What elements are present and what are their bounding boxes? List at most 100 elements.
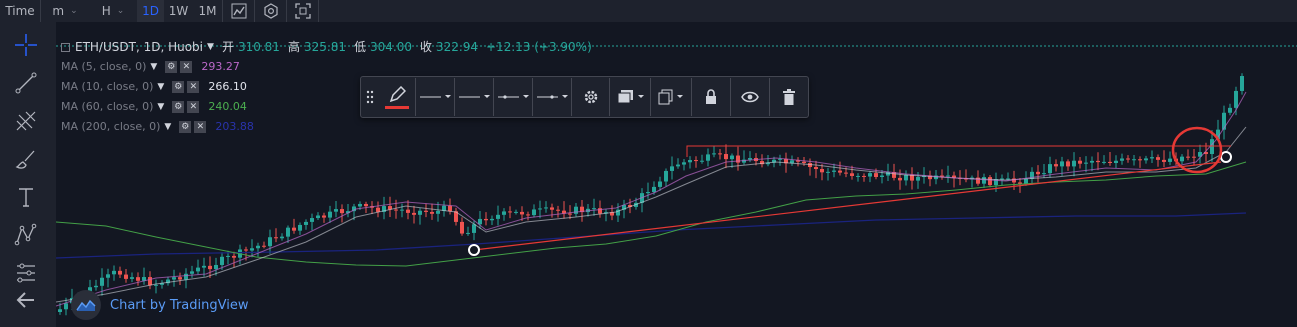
- delete-button[interactable]: [770, 78, 808, 116]
- pattern-icon: [14, 223, 37, 246]
- line-width-dropdown[interactable]: [455, 78, 493, 116]
- settings-button[interactable]: [572, 78, 610, 116]
- solid-line-icon: [419, 95, 451, 98]
- candle-body: [1066, 161, 1070, 167]
- study-row-ma200[interactable]: MA (200, close, 0) ▼ ⚙ ✕ 203.88: [61, 117, 592, 137]
- visibility-button[interactable]: [731, 78, 769, 116]
- change-value: +12.13 (+3.90%): [486, 40, 592, 54]
- study-dropdown-icon[interactable]: ▼: [157, 77, 164, 97]
- candle-body: [1162, 159, 1166, 162]
- candle-body: [244, 249, 248, 251]
- study-dropdown-icon[interactable]: ▼: [164, 117, 171, 137]
- low-label: 低: [353, 40, 366, 54]
- candle-body: [1234, 90, 1238, 108]
- candle-body: [850, 173, 854, 176]
- trend-line-drawing[interactable]: [473, 161, 1222, 251]
- candle-body: [64, 303, 68, 310]
- line-style-dropdown[interactable]: [494, 78, 532, 116]
- pitchfork-tool[interactable]: [10, 106, 42, 136]
- candle-body: [832, 170, 836, 172]
- candle-body: [1168, 158, 1172, 162]
- text-tool[interactable]: [10, 182, 42, 212]
- settings-icon[interactable]: ⚙: [165, 61, 178, 73]
- candle-body: [364, 203, 368, 207]
- lock-icon: [706, 89, 717, 104]
- symbol-dropdown-icon[interactable]: ▼: [207, 37, 214, 57]
- open-value: 310.81: [237, 40, 280, 54]
- candle-body: [328, 211, 332, 218]
- template-icon: [617, 90, 645, 104]
- interval-1m-button[interactable]: 1M: [193, 0, 222, 22]
- anchor-handle-left[interactable]: [468, 244, 480, 256]
- settings-icon[interactable]: ⚙: [172, 101, 185, 113]
- settings-icon: [584, 90, 597, 104]
- candle-body: [904, 174, 908, 181]
- candle-body: [814, 167, 818, 170]
- prediction-tool[interactable]: [10, 258, 42, 288]
- toolbar-divider: [318, 0, 319, 22]
- drawing-toolbar: [360, 76, 809, 118]
- pitchfork-icon: [16, 111, 36, 131]
- minute-interval-dropdown[interactable]: m ⌄: [41, 0, 89, 22]
- candle-body: [874, 173, 878, 177]
- candle-body: [862, 175, 866, 177]
- candle-body: [448, 205, 452, 212]
- lock-button[interactable]: [692, 78, 730, 116]
- candle-body: [460, 221, 464, 234]
- pattern-tool[interactable]: [10, 220, 42, 250]
- anchor-handle-right[interactable]: [1220, 151, 1232, 163]
- tradingview-logo-icon: [71, 290, 101, 320]
- interval-1w-button[interactable]: 1W: [164, 0, 193, 22]
- settings-icon[interactable]: ⚙: [179, 121, 192, 133]
- line-color-dropdown[interactable]: [416, 78, 454, 116]
- candle-body: [298, 224, 302, 231]
- crosshair-tool[interactable]: [10, 30, 42, 60]
- settings-icon[interactable]: ⚙: [172, 81, 185, 93]
- close-icon[interactable]: ✕: [194, 121, 207, 133]
- close-icon[interactable]: ✕: [180, 61, 193, 73]
- chart-type-button[interactable]: [223, 0, 254, 22]
- candle-body: [712, 153, 716, 155]
- close-icon[interactable]: ✕: [187, 81, 200, 93]
- fullscreen-button[interactable]: [287, 0, 318, 22]
- candle-body: [1120, 158, 1124, 161]
- template-dropdown[interactable]: [610, 78, 650, 116]
- study-name: MA (5, close, 0): [61, 60, 147, 73]
- candle-body: [256, 245, 260, 249]
- collapse-legend-toggle[interactable]: [61, 42, 70, 52]
- line-ends-dropdown[interactable]: [533, 78, 571, 116]
- clone-dropdown[interactable]: [651, 78, 691, 116]
- tradingview-watermark[interactable]: Chart by TradingView: [71, 290, 248, 320]
- drag-handle[interactable]: [361, 78, 379, 116]
- back-button[interactable]: [10, 285, 42, 315]
- candle-body: [184, 273, 188, 280]
- candle-body: [1102, 161, 1106, 163]
- indicators-button[interactable]: [255, 0, 286, 22]
- candle-body: [148, 277, 152, 286]
- time-button[interactable]: Time: [0, 0, 40, 22]
- study-dropdown-icon[interactable]: ▼: [150, 57, 157, 77]
- candle-body: [550, 207, 554, 210]
- candle-body: [658, 181, 662, 187]
- candle-body: [130, 277, 134, 279]
- study-dropdown-icon[interactable]: ▼: [157, 97, 164, 117]
- candle-body: [1054, 164, 1058, 167]
- horizontal-line-drawing[interactable]: [686, 145, 1231, 157]
- candle-body: [208, 265, 212, 270]
- candle-body: [136, 277, 140, 281]
- close-icon[interactable]: ✕: [187, 101, 200, 113]
- price-chart[interactable]: ETH/USDT, 1D, Huobi ▼ 开 310.81 高 325.81 …: [56, 22, 1297, 327]
- brush-tool[interactable]: [10, 144, 42, 174]
- line-color-button[interactable]: [379, 78, 415, 116]
- candle-body: [694, 160, 698, 162]
- candle-body: [496, 214, 500, 219]
- symbol-name[interactable]: ETH/USDT, 1D, Huobi: [75, 37, 203, 57]
- candle-body: [1042, 173, 1046, 175]
- candle-body: [286, 227, 290, 237]
- study-row-ma5[interactable]: MA (5, close, 0) ▼ ⚙ ✕ 293.27: [61, 57, 592, 77]
- trend-line-tool[interactable]: [10, 68, 42, 98]
- interval-1d-button[interactable]: 1D: [137, 0, 164, 22]
- candle-body: [880, 175, 884, 177]
- candle-body: [412, 212, 416, 215]
- hour-interval-dropdown[interactable]: H ⌄: [89, 0, 137, 22]
